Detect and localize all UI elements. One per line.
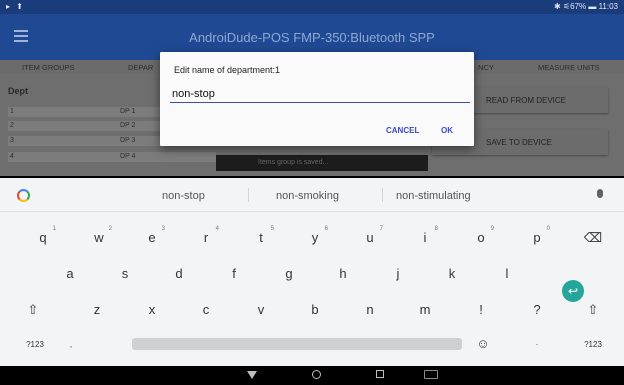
- google-icon[interactable]: [17, 189, 30, 202]
- home-icon[interactable]: [312, 370, 321, 379]
- status-bar: ▸ ⬆ ✱ ⚟67% ▬ 11:03: [0, 0, 624, 14]
- dept-name: DP 4: [120, 153, 136, 160]
- key-question[interactable]: ?: [522, 294, 552, 324]
- divider: [382, 188, 383, 202]
- dialog-title: Edit name of department:1: [174, 65, 281, 75]
- tab-currency[interactable]: NCY: [478, 63, 494, 72]
- recent-apps-icon[interactable]: [376, 370, 384, 378]
- symbols-key-left[interactable]: ?123: [20, 330, 50, 360]
- navigation-bar: [0, 366, 624, 385]
- dept-number: 3: [10, 137, 14, 144]
- key-period[interactable]: ·: [522, 330, 552, 360]
- save-to-device-label: SAVE TO DEVICE: [486, 138, 552, 147]
- suggestion-item[interactable]: non-stop: [162, 190, 205, 202]
- key-d[interactable]: d: [164, 258, 194, 288]
- microphone-icon[interactable]: [597, 189, 603, 198]
- dept-name: DP 2: [120, 122, 136, 129]
- key-exclamation[interactable]: !: [466, 294, 496, 324]
- divider: [248, 188, 249, 202]
- dept-number: 4: [10, 153, 14, 160]
- space-key[interactable]: [132, 338, 462, 350]
- tab-departments[interactable]: DEPAR: [128, 63, 153, 72]
- department-name-input[interactable]: [170, 85, 470, 103]
- enter-icon: ↩: [567, 284, 579, 298]
- app-title: AndroiDude-POS FMP-350:Bluetooth SPP: [189, 30, 435, 45]
- key-s[interactable]: s: [110, 258, 140, 288]
- shift-icon: ⇧: [27, 302, 39, 317]
- ok-button[interactable]: OK: [441, 126, 453, 135]
- symbols-key-right[interactable]: ?123: [578, 330, 608, 360]
- key-comma[interactable]: ,: [56, 330, 86, 360]
- key-p[interactable]: p0: [522, 222, 552, 252]
- dept-name: DP 3: [120, 137, 136, 144]
- read-from-device-label: READ FROM DEVICE: [486, 96, 567, 105]
- key-k[interactable]: k: [437, 258, 467, 288]
- cancel-button[interactable]: CANCEL: [386, 126, 419, 135]
- key-u[interactable]: u7: [355, 222, 385, 252]
- suggestion-item[interactable]: non-stimulating: [396, 190, 471, 202]
- key-r[interactable]: r4: [191, 222, 221, 252]
- key-g[interactable]: g: [274, 258, 304, 288]
- emoji-key[interactable]: ☺: [468, 330, 498, 360]
- toast-message: Items group is saved...: [216, 155, 428, 171]
- suggestion-bar: non-stop non-smoking non-stimulating: [0, 178, 624, 212]
- shift-icon: ⇧: [587, 302, 599, 317]
- toast-text: Items group is saved...: [258, 159, 329, 166]
- dept-number: 1: [10, 108, 14, 115]
- key-h[interactable]: h: [328, 258, 358, 288]
- key-j[interactable]: j: [383, 258, 413, 288]
- backspace-icon: ⌫: [583, 230, 603, 245]
- key-t[interactable]: t5: [246, 222, 276, 252]
- tab-measure-units[interactable]: MEASURE UNITS: [538, 63, 600, 72]
- key-x[interactable]: x: [137, 294, 167, 324]
- soft-keyboard: non-stop non-smoking non-stimulating q1 …: [0, 178, 624, 366]
- key-b[interactable]: b: [300, 294, 330, 324]
- edit-department-dialog: Edit name of department:1 CANCEL OK: [160, 52, 474, 146]
- key-c[interactable]: c: [191, 294, 221, 324]
- notification-icons: ▸ ⬆: [6, 2, 25, 11]
- key-e[interactable]: e3: [137, 222, 167, 252]
- key-o[interactable]: o9: [466, 222, 496, 252]
- shift-key-left[interactable]: ⇧: [18, 294, 48, 324]
- key-m[interactable]: m: [410, 294, 440, 324]
- shift-key-right[interactable]: ⇧: [578, 294, 608, 324]
- backspace-key[interactable]: ⌫: [578, 222, 608, 252]
- key-a[interactable]: a: [55, 258, 85, 288]
- dept-title: Dept: [8, 86, 28, 96]
- key-n[interactable]: n: [355, 294, 385, 324]
- tab-item-groups[interactable]: ITEM GROUPS: [22, 63, 75, 72]
- key-z[interactable]: z: [82, 294, 112, 324]
- key-v[interactable]: v: [246, 294, 276, 324]
- status-indicators: ✱ ⚟67% ▬ 11:03: [554, 2, 618, 11]
- back-icon[interactable]: [247, 371, 257, 379]
- key-f[interactable]: f: [219, 258, 249, 288]
- keyboard-switch-icon[interactable]: [424, 370, 438, 379]
- key-i[interactable]: i8: [410, 222, 440, 252]
- list-item[interactable]: 4 DP 4: [8, 152, 216, 162]
- dept-name: DP 1: [120, 108, 136, 115]
- suggestion-item[interactable]: non-smoking: [276, 190, 339, 202]
- key-q[interactable]: q1: [28, 222, 58, 252]
- key-w[interactable]: w2: [84, 222, 114, 252]
- key-l[interactable]: l: [492, 258, 522, 288]
- emoji-icon: ☺: [476, 336, 490, 351]
- dept-number: 2: [10, 122, 14, 129]
- key-y[interactable]: y6: [300, 222, 330, 252]
